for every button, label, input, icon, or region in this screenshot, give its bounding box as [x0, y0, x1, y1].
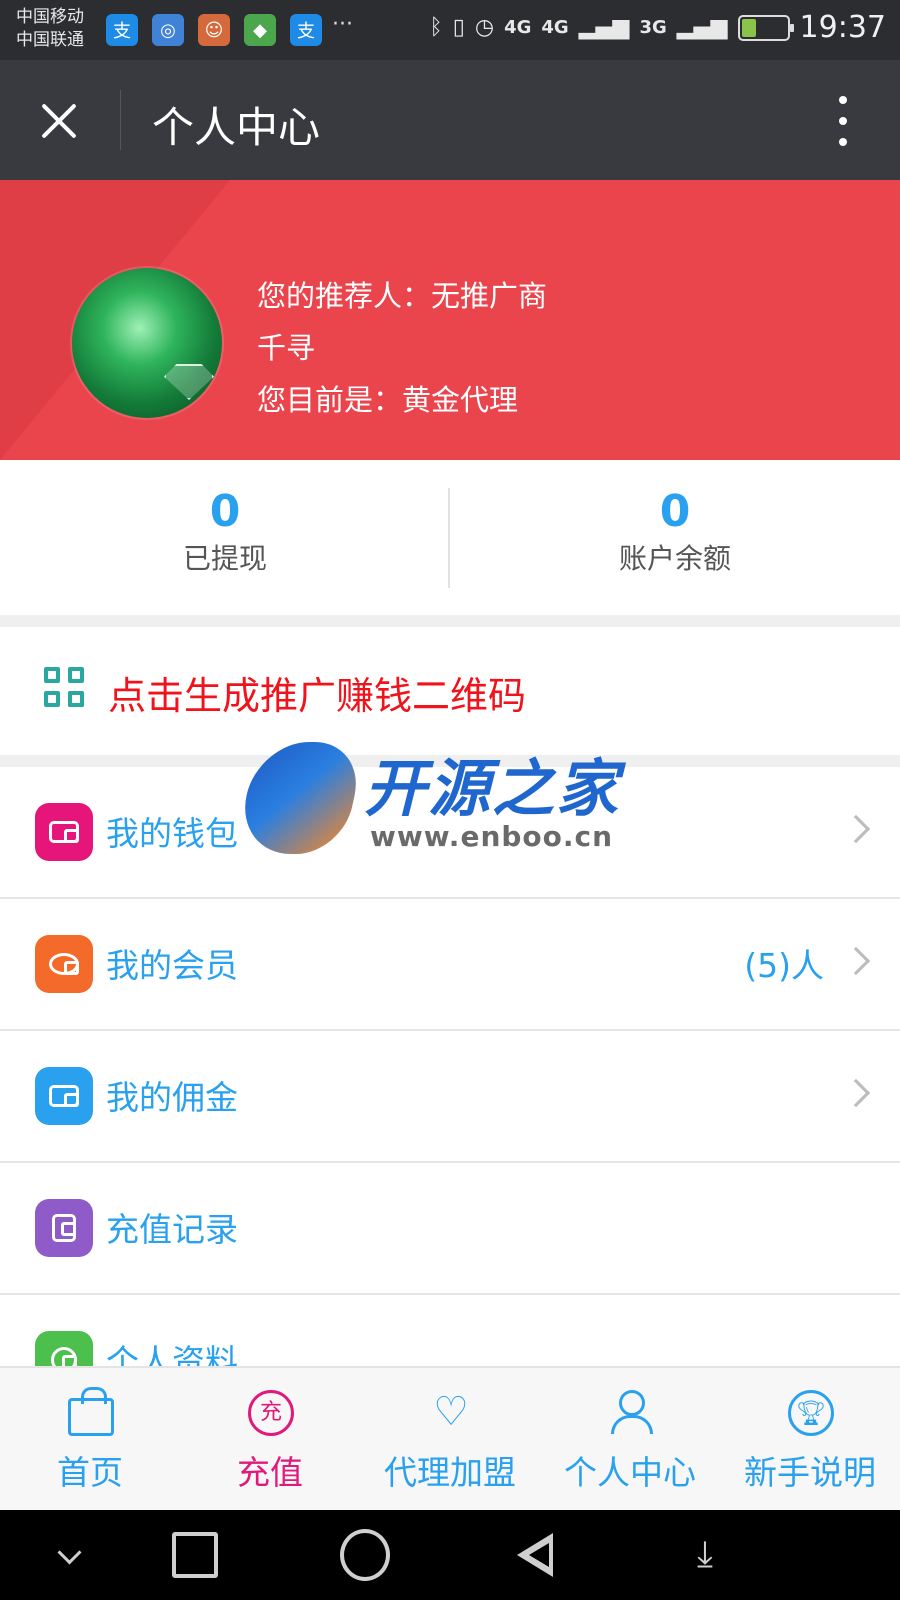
balance-value: 0	[659, 486, 691, 537]
bottom-nav: 首页 充 充值 ♡ 代理加盟 个人中心 🏆︎ 新手说明	[0, 1366, 900, 1510]
withdrawn-label: 已提现	[182, 542, 267, 575]
menu-item-commission[interactable]: 我的佣金	[0, 1031, 900, 1163]
nav-item-label: 个人中心	[564, 1453, 696, 1492]
system-nav-bar: ⤓	[0, 1510, 900, 1600]
qr-code-link[interactable]: 点击生成推广赚钱二维码	[108, 665, 526, 720]
watermark: 开源之家 www.enboo.cn	[234, 738, 656, 858]
handshake-icon: ♡	[433, 1389, 469, 1435]
signal-icon: ▂▄▆	[676, 15, 728, 40]
nav-item-guide[interactable]: 🏆︎ 新手说明	[720, 1368, 900, 1512]
balance-label: 账户余额	[618, 542, 731, 575]
nav-item-personal-center[interactable]: 个人中心	[540, 1368, 720, 1512]
notification-icons: 支 ◎ ☺ ◆ 支	[106, 14, 322, 46]
nav-item-label: 充值	[237, 1453, 303, 1492]
nav-item-agent-join[interactable]: ♡ 代理加盟	[360, 1368, 540, 1512]
menu-item-label: 充值记录	[106, 1210, 238, 1249]
nav-item-label: 代理加盟	[384, 1453, 516, 1492]
chevron-right-icon	[841, 814, 871, 844]
nav-item-recharge[interactable]: 充 充值	[180, 1368, 360, 1512]
qr-code-icon	[44, 667, 86, 709]
notification-pull-icon[interactable]: ⤓	[680, 1530, 730, 1580]
nav-item-label: 新手说明	[744, 1453, 876, 1492]
qr-code-row[interactable]: 点击生成推广赚钱二维码	[0, 627, 900, 755]
home-icon[interactable]	[340, 1530, 390, 1580]
nav-item-home[interactable]: 首页	[0, 1368, 180, 1512]
member-count: (5)人	[744, 946, 824, 985]
menu-item-members[interactable]: 我的会员 (5)人	[0, 899, 900, 1031]
signal-icon: ▂▄▆	[578, 15, 630, 40]
menu-item-recharge-record[interactable]: 充值记录	[0, 1163, 900, 1295]
battery-icon	[737, 14, 794, 41]
menu-item-label: 我的佣金	[106, 1078, 238, 1117]
section-divider	[0, 615, 900, 627]
balance-stat[interactable]: 0 账户余额	[450, 485, 900, 579]
page-title: 个人中心	[152, 103, 321, 152]
trophy-icon: 🏆︎	[788, 1390, 834, 1436]
maps-app-icon: ◆	[244, 14, 276, 46]
referrer-text: 您的推荐人：无推广商	[257, 279, 548, 313]
menu-item-label: 我的钱包	[106, 814, 238, 853]
user-icon	[608, 1390, 654, 1436]
withdrawn-value: 0	[209, 486, 241, 537]
network-type-2: 4G	[541, 17, 569, 38]
vibrate-icon: ▯	[452, 15, 465, 40]
wallet-icon	[35, 803, 93, 861]
commission-icon	[35, 1067, 93, 1125]
account-stats: 0 已提现 0 账户余额	[0, 460, 900, 615]
carrier-1: 中国移动	[16, 7, 84, 27]
shopping-bag-icon	[68, 1387, 114, 1436]
watermark-title: 开源之家	[364, 752, 621, 825]
alipay-icon: 支	[106, 14, 138, 46]
more-options-icon[interactable]	[838, 96, 848, 146]
status-bar: 中国移动 中国联通 支 ◎ ☺ ◆ 支 ··· ᛒ ▯ ◷ 4G 4G ▂▄▆ …	[0, 0, 900, 60]
swirl-app-icon: ◎	[152, 14, 184, 46]
membership-level: 您目前是：黄金代理	[257, 383, 519, 417]
carrier-2: 中国联通	[16, 30, 84, 50]
network-type-1: 4G	[504, 17, 532, 38]
recharge-record-icon	[35, 1199, 93, 1257]
title-divider	[120, 90, 121, 150]
username: 千寻	[257, 331, 316, 365]
watermark-url: www.enboo.cn	[370, 820, 614, 853]
nav-item-label: 首页	[57, 1453, 123, 1492]
watermark-logo-icon	[234, 742, 366, 854]
hide-nav-icon[interactable]	[44, 1530, 94, 1580]
recent-apps-icon[interactable]	[170, 1530, 220, 1580]
members-icon	[35, 935, 93, 993]
chevron-right-icon	[841, 1078, 871, 1108]
alipay-icon: 支	[290, 14, 322, 46]
back-icon[interactable]	[510, 1530, 560, 1580]
recharge-icon: 充	[248, 1390, 294, 1436]
carrier-info: 中国移动 中国联通	[16, 6, 84, 52]
system-indicators: ᛒ ▯ ◷ 4G 4G ▂▄▆ 3G ▂▄▆ 19:37	[430, 10, 886, 45]
network-type-3: 3G	[639, 17, 667, 38]
withdrawn-stat[interactable]: 0 已提现	[0, 485, 450, 579]
more-notifications-icon: ···	[332, 12, 353, 37]
cartoon-app-icon: ☺	[198, 14, 230, 46]
title-bar: 个人中心	[0, 60, 900, 180]
avatar[interactable]	[72, 268, 222, 418]
menu-list: 我的钱包 我的会员 (5)人 我的佣金 充值记录 个人资料	[0, 767, 900, 1427]
profile-header: 您的推荐人：无推广商 千寻 您目前是：黄金代理	[0, 180, 900, 460]
menu-item-label: 我的会员	[106, 946, 238, 985]
alarm-icon: ◷	[474, 15, 495, 40]
close-icon[interactable]	[34, 96, 84, 146]
clock: 19:37	[799, 10, 886, 45]
chevron-right-icon	[841, 946, 871, 976]
bluetooth-icon: ᛒ	[429, 15, 443, 40]
profile-info: 您的推荐人：无推广商 千寻 您目前是：黄金代理	[257, 270, 547, 426]
